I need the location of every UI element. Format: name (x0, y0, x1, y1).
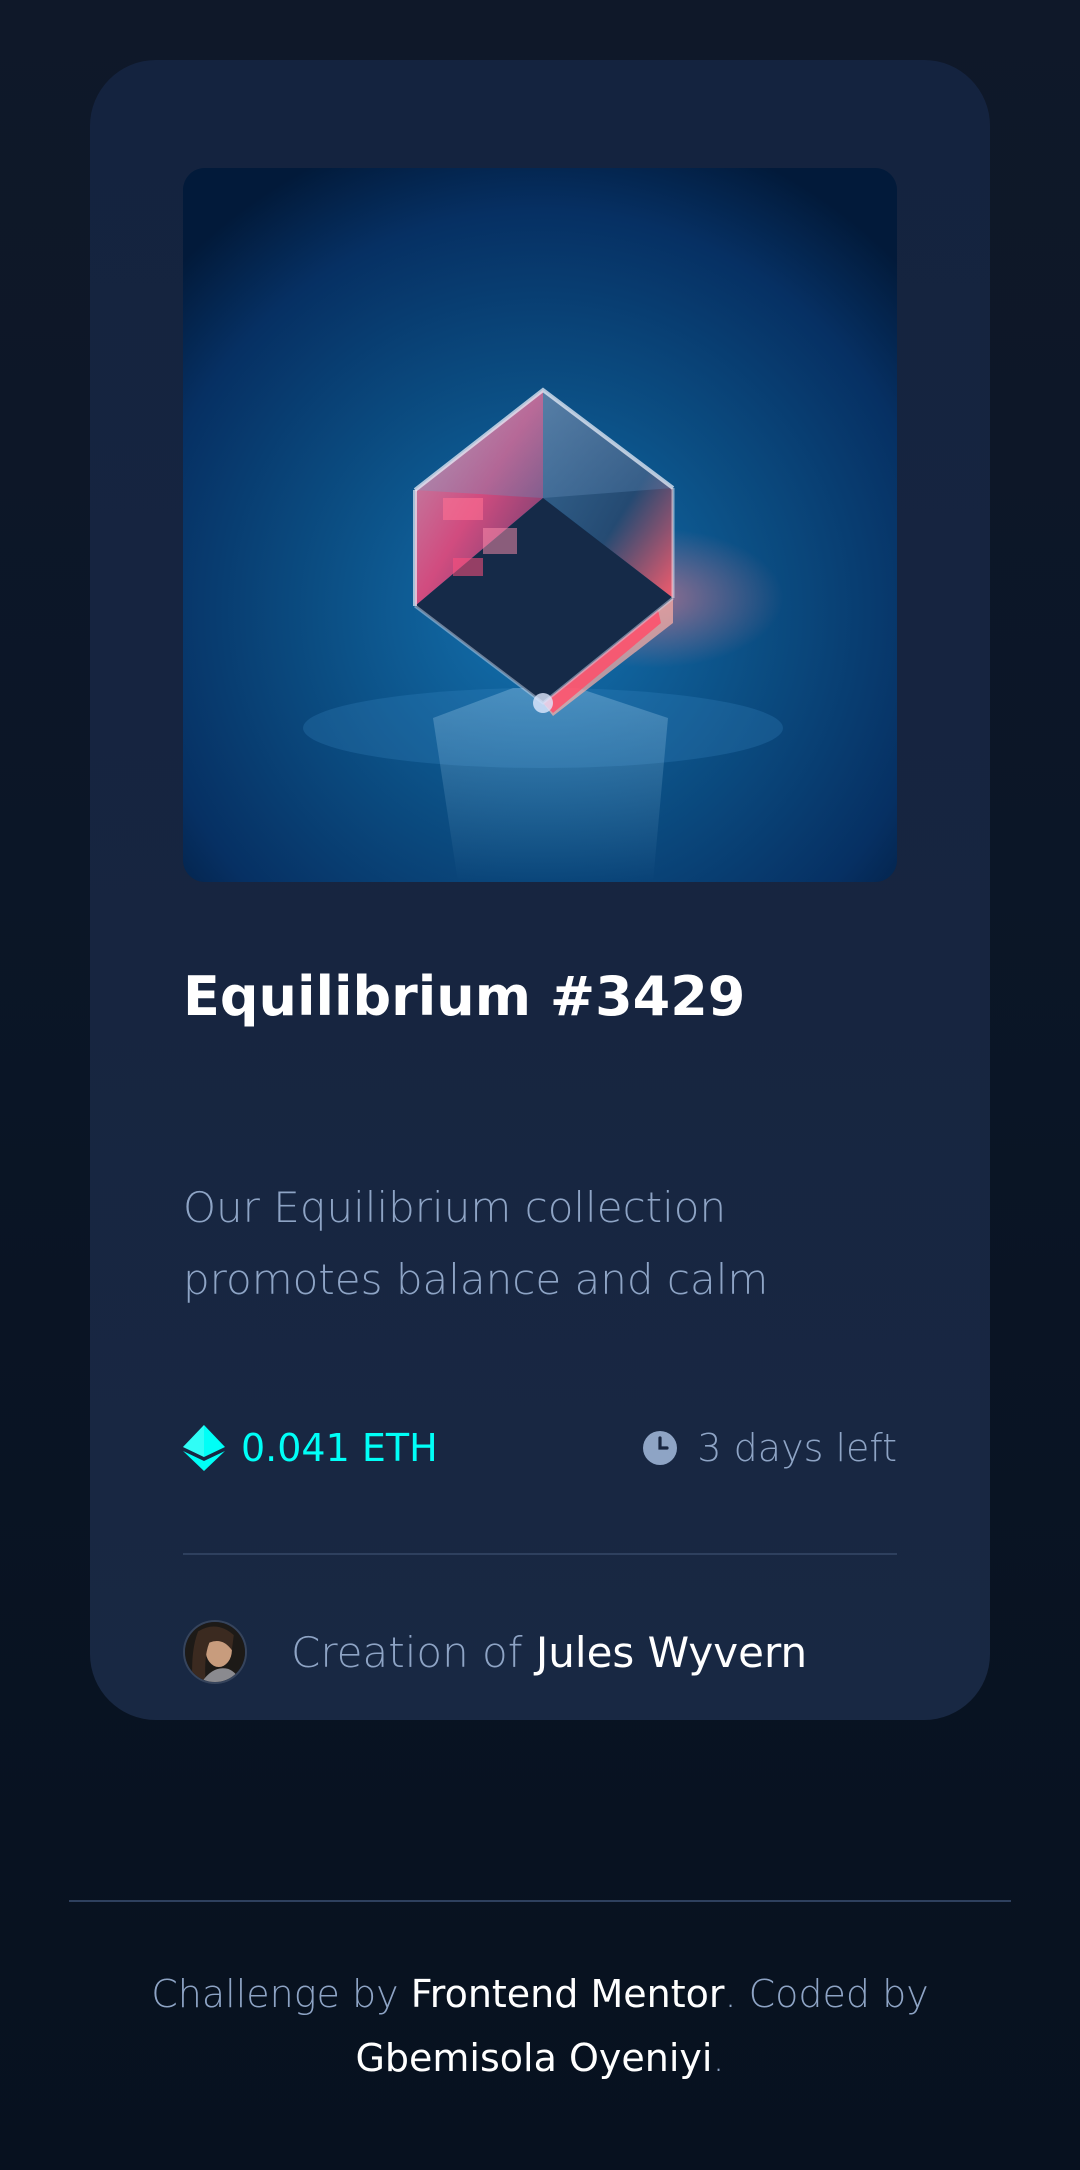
nft-description: Our Equilibrium collection promotes bala… (183, 1183, 769, 1304)
creator-text: Creation of Jules Wyvern (291, 1628, 807, 1677)
avatar (183, 1620, 247, 1684)
author-link[interactable]: Gbemisola Oyeniyi (355, 2036, 712, 2080)
nft-image[interactable] (183, 168, 897, 882)
attribution-footer: Challenge by Frontend Mentor. Coded by G… (90, 1962, 990, 2090)
clock-icon (643, 1431, 678, 1465)
footer-divider (69, 1900, 1011, 1902)
footer-suffix: . (712, 2036, 725, 2080)
price-value: 0.041 ETH (241, 1426, 438, 1470)
creator-name-link[interactable]: Jules Wyvern (536, 1628, 807, 1677)
creator-prefix: Creation of (291, 1627, 536, 1677)
coded-prefix: . Coded by (724, 1972, 929, 2016)
avatar-image (185, 1622, 245, 1682)
nft-card: Equilibrium #3429 Our Equilibrium collec… (90, 60, 990, 1720)
frontend-mentor-link[interactable]: Frontend Mentor (411, 1972, 725, 2016)
card-divider (183, 1553, 897, 1555)
time-left: 3 days left (697, 1426, 897, 1470)
creator-row: Creation of Jules Wyvern (183, 1620, 807, 1684)
nft-meta-row: 0.041 ETH 3 days left (183, 1418, 897, 1478)
time-info: 3 days left (643, 1418, 897, 1478)
nft-title[interactable]: Equilibrium #3429 (183, 965, 745, 1028)
price-info: 0.041 ETH (183, 1418, 438, 1478)
challenge-prefix: Challenge by (151, 1972, 411, 2016)
cube-artwork (183, 168, 897, 882)
ethereum-icon (183, 1425, 225, 1471)
